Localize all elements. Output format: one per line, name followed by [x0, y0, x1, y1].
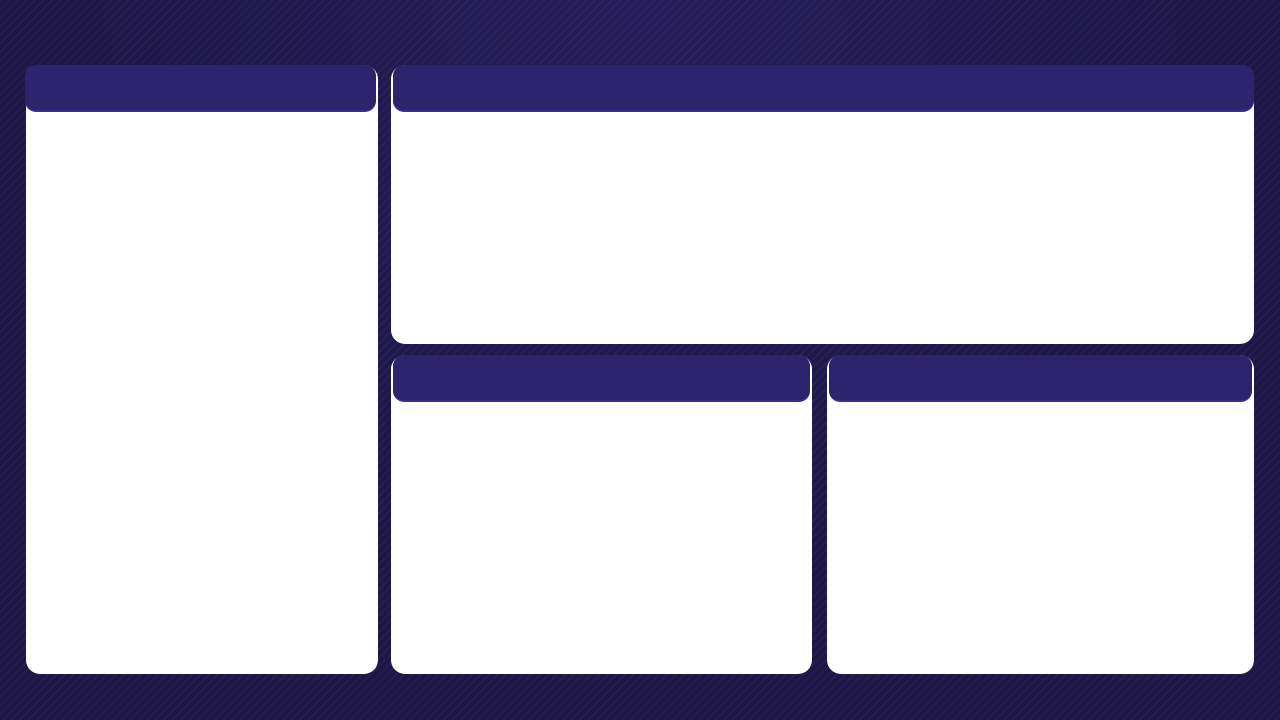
bottom-right-panel-header: [829, 355, 1252, 402]
top-panel-header: [393, 65, 1254, 112]
bottom-right-panel-body: [827, 404, 1254, 674]
top-panel: [391, 65, 1254, 344]
bottom-right-panel: [827, 355, 1254, 674]
bottom-left-panel: [391, 355, 812, 674]
bottom-left-panel-body: [391, 404, 812, 674]
bottom-left-panel-header: [393, 355, 810, 402]
left-panel-header: [25, 65, 376, 112]
left-panel-body: [26, 114, 378, 674]
left-panel: [25, 65, 378, 674]
top-panel-body: [391, 114, 1254, 344]
